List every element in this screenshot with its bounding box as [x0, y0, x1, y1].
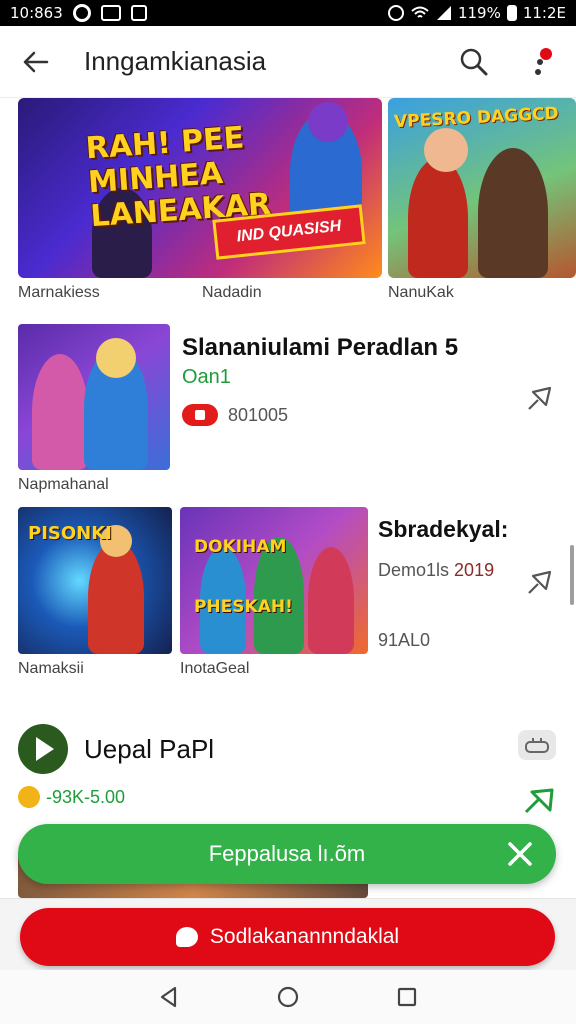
thumbnail-caption: Namaksii [18, 660, 84, 677]
banner-caption: Nadadin [202, 284, 262, 301]
coin-icon [14, 782, 44, 812]
featured-banner[interactable]: VPESRO DAGGCD [388, 98, 576, 278]
video-badge [182, 404, 218, 426]
thumbnail-logo: PISONKI [28, 523, 112, 544]
thumbnail-logo: DOKIHAM PHESKAH! [194, 537, 293, 617]
gamepad-icon [525, 738, 549, 753]
app-icon[interactable] [18, 724, 68, 774]
featured-banner[interactable]: RAH! PEE MINHEA LANEAKAR [18, 98, 382, 278]
thumbnail-caption: InotaGeal [180, 660, 250, 677]
alarm-icon [387, 5, 404, 21]
app-name[interactable]: Uepal PaPl [84, 734, 214, 765]
game-subtitle-prefix: Demo1ls [378, 560, 450, 580]
pin-button[interactable] [522, 380, 558, 416]
notification-icon [100, 5, 121, 21]
nav-back-button[interactable] [149, 977, 189, 1017]
game-count: 801005 [228, 405, 289, 425]
search-icon [460, 48, 488, 76]
wifi-icon [411, 6, 429, 18]
thumbnail-caption: Napmahanal [18, 476, 109, 493]
status-bar: 10:863 119% 11:2E [0, 0, 576, 26]
more-icon [535, 48, 552, 75]
primary-action-label: Sodlakanannndaklal [209, 925, 400, 948]
status-time-right: 11:2E [522, 4, 566, 22]
nav-back-icon [161, 986, 177, 1008]
close-icon[interactable] [504, 838, 536, 870]
trend-arrow-icon [522, 786, 556, 816]
banner-caption: NanuKak [388, 284, 454, 301]
chat-bubble-icon [175, 927, 198, 947]
game-thumbnail[interactable]: DOKIHAM PHESKAH! [180, 507, 368, 654]
nav-home-icon [277, 986, 299, 1008]
character-art [408, 158, 468, 278]
game-thumbnail[interactable] [18, 324, 170, 470]
game-subtitle-year: 2019 [454, 560, 495, 580]
pin-icon [528, 570, 552, 594]
notification-icon [130, 5, 147, 21]
status-time-left: 10:863 [10, 4, 63, 22]
signal-icon [436, 6, 451, 20]
game-subtitle: Oan1 [182, 366, 231, 388]
battery-icon [506, 5, 517, 21]
scrollbar[interactable] [570, 545, 574, 605]
nav-home-button[interactable] [268, 977, 308, 1017]
search-button[interactable] [452, 40, 496, 84]
nav-recents-icon [397, 987, 416, 1007]
more-button[interactable] [522, 40, 562, 84]
rating-row: -93K-5.00 [14, 782, 126, 812]
character-art [32, 354, 88, 470]
pin-icon [528, 386, 552, 410]
character-art [424, 128, 468, 172]
system-nav-bar [0, 970, 576, 1024]
rating-text: -93K-5.00 [46, 786, 126, 807]
play-icon [36, 737, 54, 761]
character-art [96, 338, 136, 378]
primary-action-button[interactable]: Sodlakanannndaklal [20, 908, 555, 966]
nav-recents-button[interactable] [387, 977, 427, 1017]
back-arrow-icon [23, 51, 49, 72]
game-subtitle: Demo1ls 2019 [378, 560, 494, 581]
pin-button[interactable] [522, 564, 558, 600]
promo-bar[interactable]: Feppalusa lı.õm [18, 824, 556, 884]
banner-caption: Marnakiess [18, 284, 100, 301]
character-art [478, 148, 548, 278]
gamepad-badge[interactable] [518, 730, 556, 760]
battery-percent: 119% [457, 4, 501, 22]
back-button[interactable] [0, 26, 70, 98]
game-thumbnail[interactable]: PISONKI [18, 507, 172, 654]
game-count: 91AL0 [378, 630, 431, 650]
character-art [88, 541, 144, 654]
banner-title: VPESRO DAGGCD [393, 103, 560, 133]
promo-bar-label: Feppalusa lı.õm [208, 841, 366, 866]
app-bar: Inngamkianasia [0, 26, 576, 98]
page-title: Inngamkianasia [84, 46, 267, 76]
play-icon [195, 410, 205, 420]
game-title[interactable]: Slananiulami Peradlan 5 [182, 334, 458, 362]
notification-icon [72, 4, 91, 22]
game-title[interactable]: Sbradekyal: [378, 516, 508, 543]
